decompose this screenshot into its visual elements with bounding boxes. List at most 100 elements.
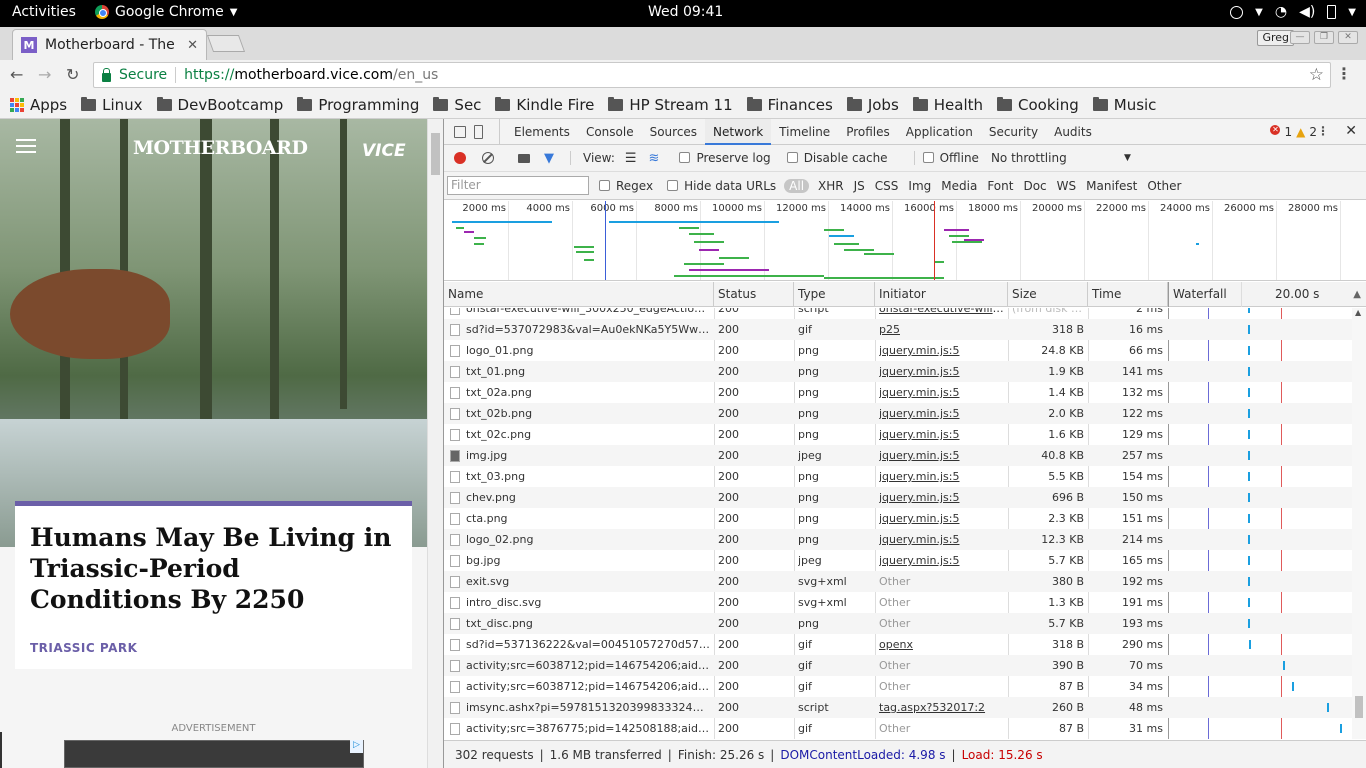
- col-time[interactable]: Time: [1088, 282, 1168, 307]
- record-icon[interactable]: [454, 152, 466, 164]
- request-initiator[interactable]: jquery.min.js:5: [879, 382, 1004, 403]
- table-row[interactable]: txt_01.png 200 png jquery.min.js:5 1.9 KB 141…: [444, 361, 1366, 382]
- table-row[interactable]: sd?id=537072983&val=Au0ekNKa5Y5WwBsps...…: [444, 319, 1366, 340]
- network-request-list[interactable]: onstar-executive-will_300x250_edgeAction…: [444, 308, 1366, 739]
- hamburger-menu-icon[interactable]: [16, 139, 36, 153]
- table-row[interactable]: activity;src=6038712;pid=146754206;aid=3…: [444, 676, 1366, 697]
- bookmark-folder[interactable]: Music: [1092, 96, 1156, 114]
- filter-manifest[interactable]: Manifest: [1081, 179, 1142, 193]
- inspect-element-icon[interactable]: [454, 125, 466, 138]
- scrollbar-thumb[interactable]: [1355, 696, 1363, 718]
- table-row[interactable]: cta.png 200 png jquery.min.js:5 2.3 KB 151 ms: [444, 508, 1366, 529]
- request-initiator[interactable]: jquery.min.js:5: [879, 445, 1004, 466]
- filter-all[interactable]: All: [784, 178, 810, 193]
- adchoices-icon[interactable]: ▷: [350, 740, 363, 753]
- request-initiator[interactable]: jquery.min.js:5: [879, 550, 1004, 571]
- table-row[interactable]: sd?id=537136222&val=00451057270d5715074.…: [444, 634, 1366, 655]
- tab-timeline[interactable]: Timeline: [771, 119, 838, 145]
- close-devtools-icon[interactable]: ✕: [1345, 123, 1357, 139]
- filter-img[interactable]: Img: [903, 179, 936, 193]
- devtools-menu-icon[interactable]: ⋮: [1317, 124, 1329, 138]
- request-initiator[interactable]: tag.aspx?532017:2: [879, 697, 1004, 718]
- address-bar[interactable]: Secure https://motherboard.vice.com/en_u…: [93, 62, 1331, 88]
- article-card[interactable]: Humans May Be Living in Triassic-Period …: [15, 501, 412, 669]
- hero-image[interactable]: MOTHERBOARD VICE: [0, 119, 427, 547]
- request-initiator[interactable]: jquery.min.js:5: [879, 466, 1004, 487]
- activities-button[interactable]: Activities: [12, 4, 76, 20]
- chrome-menu-icon[interactable]: ⋮: [1336, 64, 1352, 83]
- request-initiator[interactable]: openx: [879, 634, 1004, 655]
- article-tag[interactable]: TRIASSIC PARK: [30, 641, 137, 655]
- table-row[interactable]: txt_03.png 200 png jquery.min.js:5 5.5 KB 154…: [444, 466, 1366, 487]
- minimize-button[interactable]: —: [1290, 31, 1310, 44]
- bookmark-folder[interactable]: DevBootcamp: [156, 96, 283, 114]
- request-initiator[interactable]: jquery.min.js:5: [879, 403, 1004, 424]
- article-headline[interactable]: Humans May Be Living in Triassic-Period …: [30, 522, 400, 615]
- filter-css[interactable]: CSS: [870, 179, 904, 193]
- bookmark-apps[interactable]: Apps: [10, 96, 67, 114]
- filter-input[interactable]: Filter: [447, 176, 589, 195]
- col-initiator[interactable]: Initiator: [875, 282, 1008, 307]
- filter-other[interactable]: Other: [1142, 179, 1186, 193]
- clock[interactable]: Wed 09:41: [648, 4, 723, 20]
- bookmark-folder[interactable]: Health: [912, 96, 983, 114]
- col-waterfall[interactable]: Waterfall 20.00 s ▲: [1168, 282, 1366, 307]
- table-row[interactable]: txt_disc.png 200 png Other 5.7 KB 193 ms: [444, 613, 1366, 634]
- table-row[interactable]: bg.jpg 200 jpeg jquery.min.js:5 5.7 KB 165 ms: [444, 550, 1366, 571]
- table-row[interactable]: intro_disc.svg 200 svg+xml Other 1.3 KB 191 m…: [444, 592, 1366, 613]
- bookmark-folder[interactable]: Programming: [297, 96, 419, 114]
- table-row[interactable]: txt_02c.png 200 png jquery.min.js:5 1.6 KB 12…: [444, 424, 1366, 445]
- capture-screenshots-icon[interactable]: [518, 153, 530, 163]
- reload-icon[interactable]: ↻: [66, 65, 79, 84]
- filter-js[interactable]: JS: [849, 179, 870, 193]
- request-initiator[interactable]: jquery.min.js:5: [879, 340, 1004, 361]
- bookmark-folder[interactable]: Jobs: [846, 96, 899, 114]
- table-row[interactable]: exit.svg 200 svg+xml Other 380 B 192 ms: [444, 571, 1366, 592]
- scrollbar-thumb[interactable]: [431, 133, 440, 175]
- bookmark-folder[interactable]: Linux: [81, 96, 143, 114]
- motherboard-logo[interactable]: MOTHERBOARD: [133, 137, 308, 159]
- table-row[interactable]: logo_02.png 200 png jquery.min.js:5 12.3 KB 2…: [444, 529, 1366, 550]
- bookmark-folder[interactable]: HP Stream 11: [608, 96, 733, 114]
- table-row[interactable]: activity;src=3876775;pid=142508188;aid=3…: [444, 718, 1366, 739]
- request-initiator[interactable]: jquery.min.js:5: [879, 529, 1004, 550]
- tab-audits[interactable]: Audits: [1046, 119, 1100, 145]
- request-initiator[interactable]: p25: [879, 319, 1004, 340]
- close-icon[interactable]: ✕: [187, 38, 198, 53]
- back-arrow-icon[interactable]: ←: [10, 65, 23, 84]
- table-row[interactable]: logo_01.png 200 png jquery.min.js:5 24.8 KB 6…: [444, 340, 1366, 361]
- table-row[interactable]: img.jpg 200 jpeg jquery.min.js:5 40.8 KB 257 …: [444, 445, 1366, 466]
- disable-cache-checkbox[interactable]: Disable cache: [786, 151, 888, 165]
- overview-icon[interactable]: ≋: [649, 151, 660, 166]
- network-overview[interactable]: 2000 ms 4000 ms 6000 ms 8000 ms 10000 ms 1200…: [444, 201, 1366, 281]
- scroll-up-icon[interactable]: ▲: [1355, 308, 1361, 317]
- large-rows-icon[interactable]: ☰: [625, 151, 637, 166]
- filter-xhr[interactable]: XHR: [813, 179, 849, 193]
- filter-ws[interactable]: WS: [1052, 179, 1081, 193]
- request-initiator[interactable]: onstar-executive-will_3...: [879, 308, 1004, 319]
- bookmark-folder[interactable]: Finances: [746, 96, 833, 114]
- col-name[interactable]: Name: [444, 282, 714, 307]
- filter-funnel-icon[interactable]: ▼: [544, 151, 554, 166]
- col-size[interactable]: Size: [1008, 282, 1088, 307]
- col-status[interactable]: Status: [714, 282, 794, 307]
- hide-data-urls-checkbox[interactable]: Hide data URLs: [667, 179, 776, 193]
- bookmark-folder[interactable]: Cooking: [997, 96, 1079, 114]
- filter-doc[interactable]: Doc: [1018, 179, 1051, 193]
- vice-logo[interactable]: VICE: [362, 141, 406, 161]
- preserve-log-checkbox[interactable]: Preserve log: [679, 151, 771, 165]
- table-row[interactable]: txt_02b.png 200 png jquery.min.js:5 2.0 KB 12…: [444, 403, 1366, 424]
- table-row[interactable]: imsync.ashx?pi=5978151320399833324&data=…: [444, 697, 1366, 718]
- table-row[interactable]: onstar-executive-will_300x250_edgeAction…: [444, 308, 1366, 319]
- request-initiator[interactable]: jquery.min.js:5: [879, 508, 1004, 529]
- col-type[interactable]: Type: [794, 282, 875, 307]
- regex-checkbox[interactable]: Regex: [599, 179, 653, 193]
- table-row[interactable]: activity;src=6038712;pid=146754206;aid=3…: [444, 655, 1366, 676]
- forward-arrow-icon[interactable]: →: [38, 65, 51, 84]
- throttling-select[interactable]: No throttling ▼: [991, 151, 1131, 165]
- tab-profiles[interactable]: Profiles: [838, 119, 898, 145]
- tab-elements[interactable]: Elements: [506, 119, 578, 145]
- filter-media[interactable]: Media: [936, 179, 982, 193]
- clear-icon[interactable]: [482, 152, 494, 164]
- browser-tab[interactable]: M Motherboard - The f ✕: [12, 29, 207, 60]
